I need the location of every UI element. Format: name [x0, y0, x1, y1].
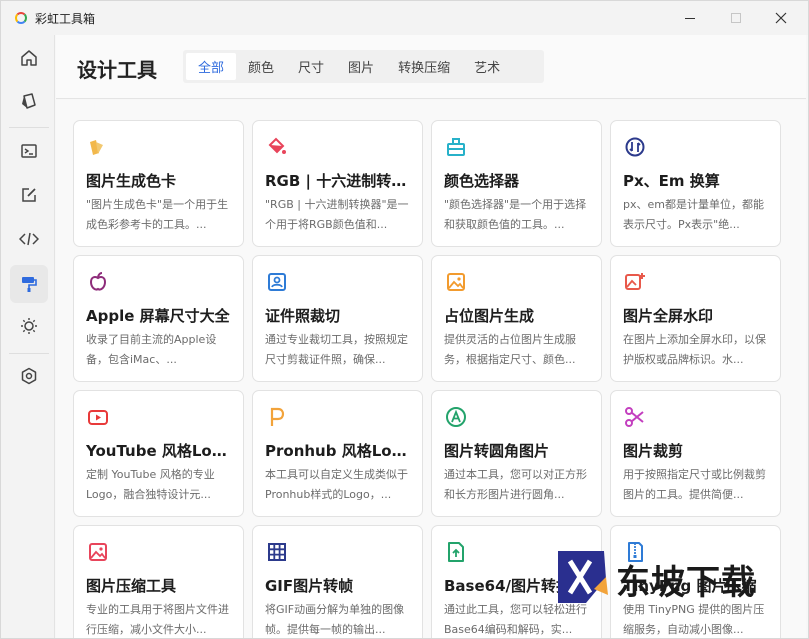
tab-color[interactable]: 颜色 [236, 53, 286, 80]
sun-icon [21, 318, 37, 334]
sidebar-item-design[interactable] [10, 265, 48, 303]
sidebar-divider [9, 353, 49, 354]
page-title: 设计工具 [77, 58, 157, 82]
tab-convert-compress[interactable]: 转换压缩 [386, 53, 462, 80]
card-description: 收录了目前主流的Apple设备，包含iMac、... [86, 333, 217, 366]
card-description: "图片生成色卡"是一个用于生成色彩参考卡的工具。... [86, 198, 229, 231]
tab-art[interactable]: 艺术 [462, 53, 512, 80]
letter-p-icon [266, 406, 288, 428]
tool-card[interactable]: 颜色选择器 "颜色选择器"是一个用于选择和获取颜色值的工具。... [431, 120, 602, 247]
watermark-logo-icon [558, 551, 608, 603]
minimize-icon [685, 17, 695, 19]
settings-icon [21, 367, 37, 385]
tool-card[interactable]: 图片转圆角图片 通过本工具，您可以对正方形和长方形图片进行圆角... [431, 390, 602, 517]
apple-icon [87, 271, 109, 293]
card-description: 定制 YouTube 风格的专业Logo，融合独特设计元... [86, 468, 215, 501]
app-window: 彩虹工具箱 设计工具 全部 颜色 尺寸 图片 转换压缩 艺术 图片生成色卡 "图… [0, 0, 809, 639]
app-logo-icon [15, 12, 27, 24]
sidebar-divider [9, 127, 49, 128]
color-picker-icon [445, 136, 467, 158]
card-title: Apple 屏幕尺寸大全 [86, 307, 230, 325]
scissors-icon [624, 406, 646, 428]
convert-icon [624, 136, 646, 158]
sidebar-item-cube[interactable] [10, 82, 48, 120]
card-description: 提供灵活的占位图片生成服务，根据指定尺寸、颜色... [444, 333, 576, 366]
sidebar [1, 35, 55, 638]
maximize-button[interactable] [721, 6, 751, 30]
card-title: 图片全屏水印 [623, 307, 714, 325]
card-description: "RGB | 十六进制转换器"是一个用于将RGB颜色值和... [265, 198, 409, 231]
terminal-icon [21, 144, 37, 158]
card-title: 颜色选择器 [444, 172, 520, 190]
tool-card[interactable]: 证件照裁切 通过专业裁切工具，按照规定尺寸剪裁证件照，确保... [252, 255, 423, 382]
sidebar-item-terminal[interactable] [10, 132, 48, 170]
tool-card[interactable]: RGB | 十六进制转换器 "RGB | 十六进制转换器"是一个用于将RGB颜色… [252, 120, 423, 247]
card-title: Pronhub 风格Logo生成 [265, 442, 415, 460]
tool-card[interactable]: YouTube 风格Logo生成 定制 YouTube 风格的专业Logo，融合… [73, 390, 244, 517]
tab-all[interactable]: 全部 [186, 53, 237, 80]
card-description: 用于按照指定尺寸或比例裁剪图片的工具。提供简便... [623, 468, 766, 501]
category-tabs: 全部 颜色 尺寸 图片 转换压缩 艺术 [183, 50, 544, 83]
card-description: 本工具可以自定义生成类似于Pronhub样式的Logo，... [265, 468, 408, 501]
close-button[interactable] [766, 6, 796, 30]
card-title: 图片裁剪 [623, 442, 684, 460]
tool-card[interactable]: 图片压缩工具 专业的工具用于将图片文件进行压缩，减小文件大小... [73, 525, 244, 638]
card-title: 证件照裁切 [265, 307, 341, 325]
card-title: RGB | 十六进制转换器 [265, 172, 415, 190]
tool-card[interactable]: Pronhub 风格Logo生成 本工具可以自定义生成类似于Pronhub样式的… [252, 390, 423, 517]
card-title: 图片转圆角图片 [444, 442, 550, 460]
card-title: Px、Em 换算 [623, 172, 720, 190]
card-description: "颜色选择器"是一个用于选择和获取颜色值的工具。... [444, 198, 587, 231]
tab-size[interactable]: 尺寸 [286, 53, 336, 80]
file-upload-icon [445, 541, 467, 563]
sidebar-item-settings[interactable] [10, 357, 48, 395]
edit-icon [22, 188, 36, 202]
card-title: GIF图片转帧 [265, 577, 354, 595]
home-icon [21, 50, 37, 66]
image-compress-icon [87, 541, 109, 563]
sidebar-item-theme[interactable] [10, 307, 48, 345]
code-icon [19, 232, 39, 246]
window-title: 彩虹工具箱 [35, 12, 96, 26]
tool-card[interactable]: 图片生成色卡 "图片生成色卡"是一个用于生成色彩参考卡的工具。... [73, 120, 244, 247]
palette-swatch-icon [87, 136, 109, 158]
tool-card[interactable]: 占位图片生成 提供灵活的占位图片生成服务，根据指定尺寸、颜色... [431, 255, 602, 382]
card-title: 占位图片生成 [444, 307, 535, 325]
card-title: 图片生成色卡 [86, 172, 177, 190]
card-title: YouTube 风格Logo生成 [86, 442, 236, 460]
sidebar-item-code[interactable] [10, 220, 48, 258]
card-description: 将GIF动画分解为单独的图像帧。提供每一帧的输出... [265, 603, 405, 636]
youtube-icon [87, 406, 109, 428]
card-description: px、em都是计量单位，都能表示尺寸。Px表示"绝... [623, 198, 764, 231]
image-watermark-icon [624, 271, 646, 293]
grid-frames-icon [266, 541, 288, 563]
page-header: 设计工具 全部 颜色 尺寸 图片 转换压缩 艺术 [56, 35, 806, 99]
card-description: 在图片上添加全屏水印，以保护版权或品牌标识。水... [623, 333, 766, 366]
site-watermark: 东坡下载 [556, 547, 786, 607]
tool-card[interactable]: 图片全屏水印 在图片上添加全屏水印，以保护版权或品牌标识。水... [610, 255, 781, 382]
image-placeholder-icon [445, 271, 467, 293]
title-bar[interactable]: 彩虹工具箱 [1, 1, 808, 35]
card-description: 专业的工具用于将图片文件进行压缩，减小文件大小... [86, 603, 229, 636]
card-description: 通过专业裁切工具，按照规定尺寸剪裁证件照，确保... [265, 333, 408, 366]
minimize-button[interactable] [675, 6, 705, 30]
card-description: 通过本工具，您可以对正方形和长方形图片进行圆角... [444, 468, 587, 501]
maximize-icon [731, 13, 741, 23]
paint-roller-icon [22, 277, 37, 292]
paint-bucket-icon [266, 136, 288, 158]
tool-card[interactable]: Apple 屏幕尺寸大全 收录了目前主流的Apple设备，包含iMac、... [73, 255, 244, 382]
rounded-image-icon [445, 406, 467, 428]
card-title: 图片压缩工具 [86, 577, 177, 595]
watermark-text: 东坡下载 [616, 563, 756, 603]
sidebar-item-edit[interactable] [10, 176, 48, 214]
tool-card[interactable]: GIF图片转帧 将GIF动画分解为单独的图像帧。提供每一帧的输出... [252, 525, 423, 638]
tab-image[interactable]: 图片 [336, 53, 386, 80]
cube-icon [22, 93, 36, 109]
tool-card[interactable]: 图片裁剪 用于按照指定尺寸或比例裁剪图片的工具。提供简便... [610, 390, 781, 517]
id-photo-icon [266, 271, 288, 293]
close-icon [775, 12, 787, 24]
tool-card[interactable]: Px、Em 换算 px、em都是计量单位，都能表示尺寸。Px表示"绝... [610, 120, 781, 247]
sidebar-item-home[interactable] [10, 39, 48, 77]
